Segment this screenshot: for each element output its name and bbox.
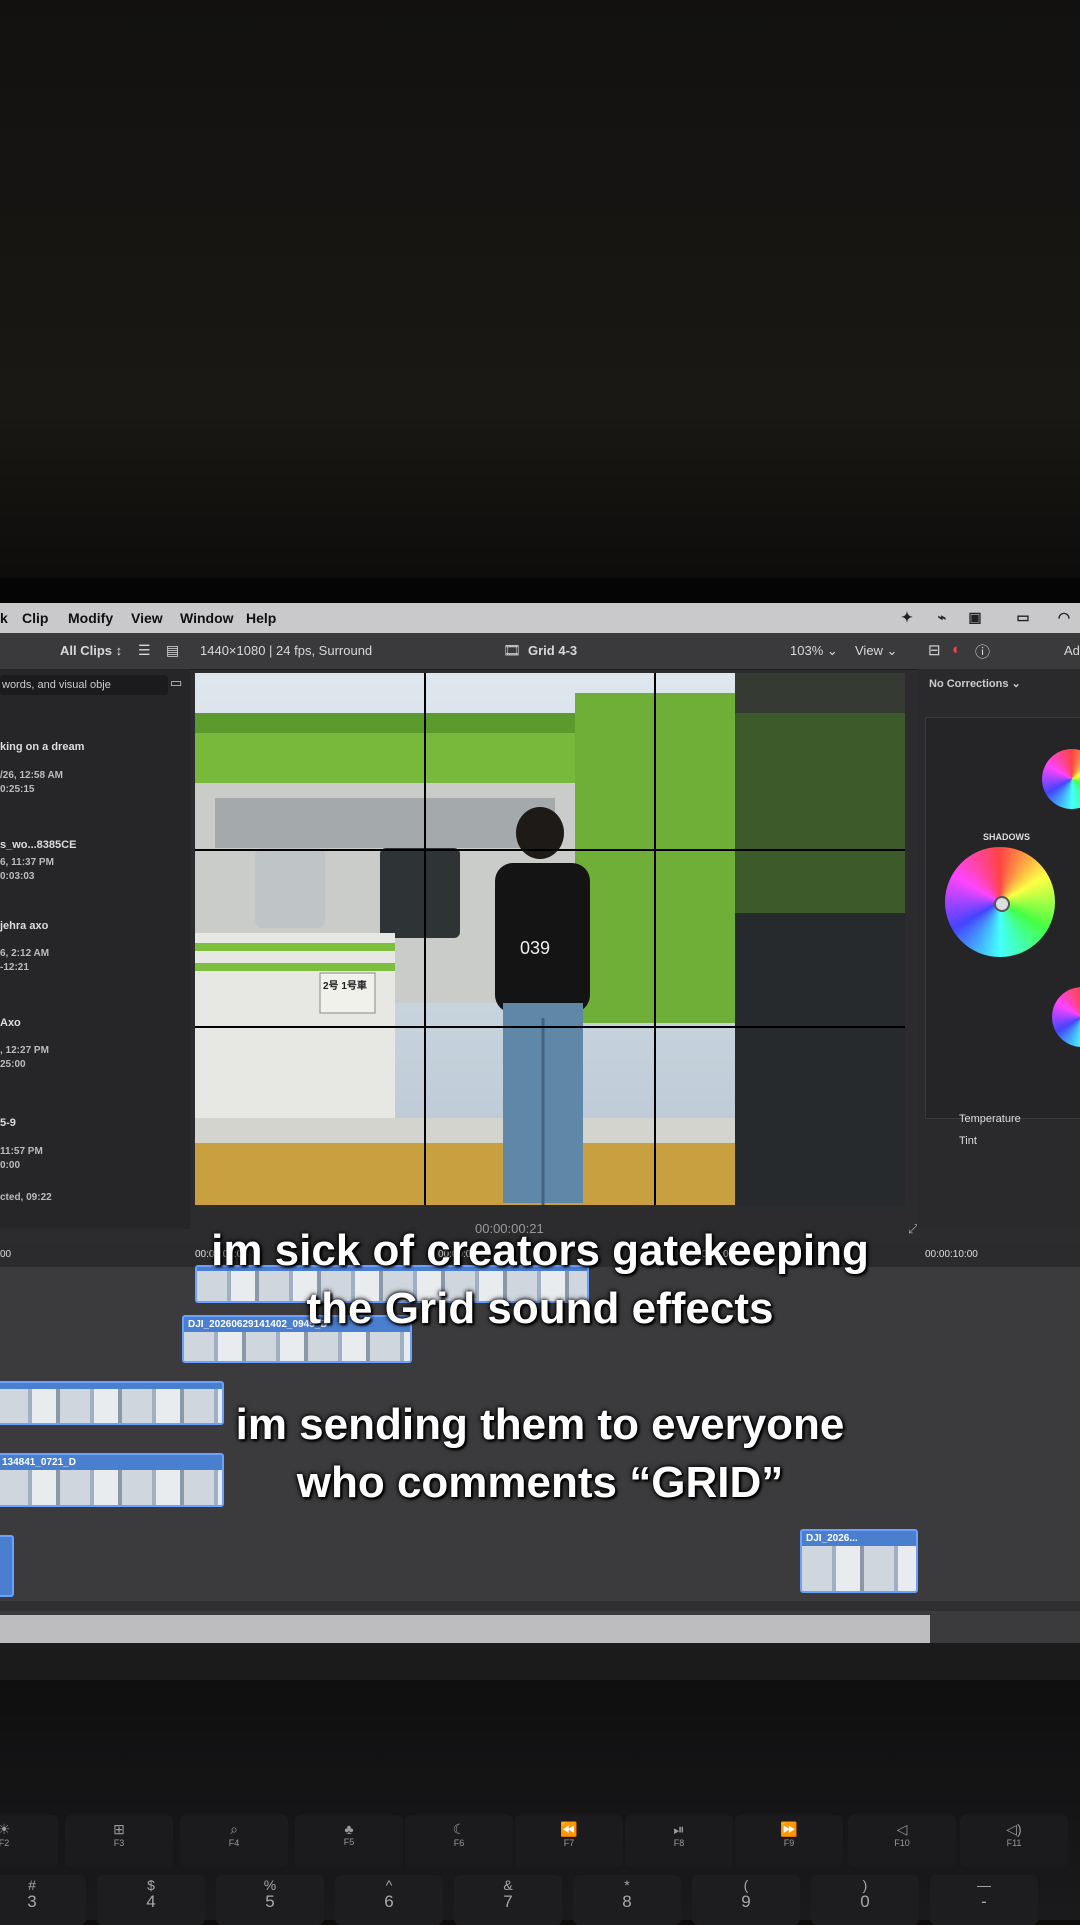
zoom-menu[interactable]: 103% ⌄	[790, 643, 838, 659]
menu-item-modify[interactable]: Modify	[68, 610, 113, 626]
clip-title[interactable]: Axo	[0, 1017, 21, 1029]
platform-sign: 2号 1号車	[323, 981, 367, 992]
view-menu[interactable]: View ⌄	[855, 643, 897, 659]
menu-bar: k Clip Modify View Window Help ✦ ⌁ ▣ ▭ ◠	[0, 603, 1080, 633]
clip-duration: 0:25:15	[0, 784, 35, 795]
caption-block-1: im sick of creators gatekeeping the Grid…	[0, 1222, 1080, 1338]
menu-item-file[interactable]: k	[0, 610, 8, 626]
selection-footer: cted, 09:22	[0, 1192, 52, 1203]
video-viewer[interactable]: 039 2号 1号車	[195, 673, 905, 1205]
project-icon: 🎞	[503, 642, 521, 658]
browser-panel: words, and visual obje ▭ king on a dream…	[0, 669, 190, 1229]
project-title: Grid 4-3	[528, 643, 578, 658]
timeline-clip[interactable]	[0, 1535, 14, 1597]
color-board-icon[interactable]: ◐	[952, 641, 961, 658]
key-minus[interactable]: — -	[930, 1875, 1038, 1925]
shadows-label: SHADOWS	[983, 832, 1030, 842]
menu-item-window[interactable]: Window	[180, 610, 234, 626]
key-9[interactable]: (9	[692, 1875, 800, 1925]
clip-title[interactable]: 5-9	[0, 1117, 16, 1129]
clip-date: 6, 11:37 PM	[0, 857, 54, 868]
audio-lane	[0, 1601, 1080, 1611]
filmstrip-icon[interactable]: ▤	[166, 642, 179, 659]
timeline-scrollbar[interactable]	[0, 1615, 930, 1643]
room-background	[0, 0, 1080, 585]
search-key[interactable]: ⌕ F4	[180, 1815, 288, 1867]
mission-control-key[interactable]: ⊞ F3	[65, 1815, 173, 1867]
clip-date: 11:57 PM	[0, 1146, 43, 1157]
dictation-key[interactable]: ♣ F5	[295, 1815, 403, 1867]
rewind-key[interactable]: ⏪ F7	[515, 1815, 623, 1867]
clip-duration: 0:00	[0, 1160, 21, 1171]
clip-duration: -12:21	[0, 962, 29, 973]
key-4[interactable]: $4	[97, 1875, 205, 1925]
wifi-icon[interactable]: ◠	[1055, 609, 1073, 625]
info-icon[interactable]: ⓘ	[975, 641, 990, 662]
inspector-icon[interactable]: ⊟	[928, 641, 941, 659]
clip-date: /26, 12:58 AM	[0, 770, 63, 781]
color-inspector: No Corrections ⌄ SHADOWS Temperature Tin…	[917, 669, 1080, 1229]
clip-title[interactable]: king on a dream	[0, 741, 84, 753]
key-8[interactable]: * 8	[573, 1875, 681, 1925]
clip-title[interactable]: jehra axo	[0, 920, 48, 932]
screen-bottom-edge	[0, 1643, 1080, 1683]
menu-item-clip[interactable]: Clip	[22, 610, 48, 626]
monitor-bezel	[0, 578, 1080, 606]
key-0[interactable]: ) 0	[811, 1875, 919, 1925]
toolbar: All Clips ↕ ☰ ▤ 1440×1080 | 24 fps, Surr…	[0, 633, 1080, 670]
filmstrip-toggle-icon[interactable]: ▭	[170, 675, 182, 691]
clip-title[interactable]: s_wo...8385CE	[0, 839, 76, 851]
search-input[interactable]: words, and visual obje	[0, 675, 168, 695]
corrections-menu[interactable]: No Corrections ⌄	[929, 677, 1021, 690]
menu-item-help[interactable]: Help	[246, 610, 276, 626]
shadows-wheel-handle[interactable]	[994, 896, 1010, 912]
caption-line: the Grid sound effects	[306, 1284, 774, 1333]
list-view-icon[interactable]: ☰	[138, 642, 151, 659]
format-info: 1440×1080 | 24 fps, Surround	[200, 643, 373, 658]
brightness-key[interactable]: ☀ F2	[0, 1815, 58, 1867]
clip-date: 6, 2:12 AM	[0, 948, 50, 959]
caption-line: who comments “GRID”	[296, 1458, 784, 1507]
tint-label: Tint	[959, 1135, 977, 1147]
play-pause-key[interactable]: ⏯ F8	[625, 1815, 733, 1867]
fast-forward-key[interactable]: ⏩ F9	[735, 1815, 843, 1867]
clip-duration: 25:00	[0, 1059, 26, 1070]
monitor-screen: k Clip Modify View Window Help ✦ ⌁ ▣ ▭ ◠…	[0, 603, 1080, 1683]
key-5[interactable]: % 5	[216, 1875, 324, 1925]
focus-key[interactable]: ☾ F6	[405, 1815, 513, 1867]
adjust-label: Ad	[1064, 643, 1080, 658]
mute-key[interactable]: ◁ F10	[848, 1815, 956, 1867]
clip-date: , 12:27 PM	[0, 1045, 49, 1056]
battery-icon[interactable]: ▭	[1000, 609, 1046, 625]
timeline-clip[interactable]: DJI_2026...	[800, 1529, 918, 1593]
clip-duration: 0:03:03	[0, 871, 35, 882]
key-6[interactable]: ^ 6	[335, 1875, 443, 1925]
clips-filter[interactable]: All Clips ↕	[60, 643, 122, 658]
caption-line: im sick of creators gatekeeping	[211, 1226, 869, 1275]
bluetooth-icon[interactable]: ✦	[898, 609, 916, 625]
key-3[interactable]: #3	[0, 1875, 86, 1925]
caption-line: im sending them to everyone	[235, 1400, 845, 1449]
activity-icon[interactable]: ⌁	[933, 609, 951, 625]
caption-block-2: im sending them to everyone who comments…	[0, 1396, 1080, 1512]
temperature-label: Temperature	[959, 1113, 1021, 1125]
volume-down-key[interactable]: ◁) F11	[960, 1815, 1068, 1867]
key-7[interactable]: & 7	[454, 1875, 562, 1925]
screen-icon[interactable]: ▣	[966, 609, 984, 625]
shirt-number: 039	[520, 938, 551, 958]
menu-item-view[interactable]: View	[131, 610, 163, 626]
